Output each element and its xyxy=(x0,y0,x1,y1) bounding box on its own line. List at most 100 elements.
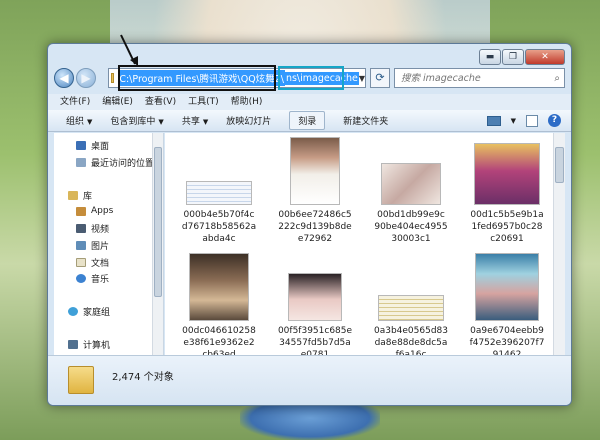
nav-scroll-thumb[interactable] xyxy=(154,147,162,297)
nav-item-desktop[interactable]: 桌面 xyxy=(76,139,109,152)
file-name-line: 000b4e5b70f4c xyxy=(183,210,255,220)
file-name: 0a3b4e0565d83 da8e88de8dc5a f6a16c xyxy=(363,325,459,355)
chevron-down-icon: ▼ xyxy=(158,118,164,126)
list-item[interactable]: 0a9e6704eebb9 f4752e396207f7 91462 xyxy=(459,253,555,355)
chevron-down-icon[interactable]: ▼ xyxy=(511,117,516,125)
close-button[interactable]: ✕ xyxy=(525,49,565,65)
chevron-down-icon[interactable]: ▼ xyxy=(359,74,365,83)
slideshow-button[interactable]: 放映幻灯片 xyxy=(226,114,271,127)
file-name-line: e72962 xyxy=(297,234,333,244)
help-icon[interactable]: ? xyxy=(548,114,561,127)
nav-label: 桌面 xyxy=(91,142,110,152)
preview-pane-icon[interactable] xyxy=(526,114,538,127)
content-scroll-thumb[interactable] xyxy=(555,147,564,183)
organize-button[interactable]: 组织 ▼ xyxy=(66,114,92,127)
apps-folder-icon xyxy=(76,206,86,216)
organize-label: 组织 xyxy=(66,117,85,127)
file-thumbnail xyxy=(381,163,441,205)
maximize-button[interactable]: ❐ xyxy=(502,49,524,65)
file-name: 00f5f3951c685e 34557fd5b7d5a e0781 xyxy=(267,325,363,355)
file-name: 00dc046610258 e38f61e9362e2 cb63ed xyxy=(171,325,267,355)
chevron-down-icon: ▼ xyxy=(202,118,209,126)
nav-item-pictures[interactable]: 图片 xyxy=(76,239,109,252)
annotation-arrow-icon xyxy=(120,34,138,66)
pictures-icon xyxy=(76,241,86,250)
include-in-library-button[interactable]: 包含到库中 ▼ xyxy=(110,114,163,127)
file-name-line: c20691 xyxy=(490,234,524,244)
file-thumbnail xyxy=(290,137,340,205)
menu-help[interactable]: 帮助(H) xyxy=(231,94,263,110)
list-item[interactable]: 00f5f3951c685e 34557fd5b7d5a e0781 xyxy=(267,253,363,355)
search-box[interactable]: ⌕ xyxy=(394,68,565,88)
chevron-down-icon: ▼ xyxy=(87,118,93,126)
list-item[interactable]: 000b4e5b70f4c d76718b58562a abda4c xyxy=(171,137,267,245)
nav-label: 家庭组 xyxy=(83,308,111,318)
file-name-line: 222c9d139b8de xyxy=(278,222,352,232)
content-scrollbar[interactable] xyxy=(553,133,565,355)
nav-item-videos[interactable]: 视频 xyxy=(76,222,109,235)
minimize-button[interactable]: ▬ xyxy=(479,49,501,65)
new-folder-button[interactable]: 新建文件夹 xyxy=(343,114,388,127)
view-options-icon[interactable] xyxy=(486,115,501,126)
file-name-line: abda4c xyxy=(202,234,236,244)
nav-item-computer[interactable]: 计算机 xyxy=(68,338,110,351)
list-item[interactable]: 00bd1db99e9c 90be404ec4955 30003c1 xyxy=(363,137,459,245)
nav-label: 最近访问的位置 xyxy=(91,159,155,169)
file-name-line: 00bd1db99e9c xyxy=(377,210,445,220)
list-item[interactable]: 0a3b4e0565d83 da8e88de8dc5a f6a16c xyxy=(363,253,459,355)
folder-icon xyxy=(111,73,115,83)
file-list: 000b4e5b70f4c d76718b58562a abda4c 00b6ee7… xyxy=(165,133,561,355)
file-name-line: 00dc046610258 xyxy=(182,326,256,336)
file-name-line: d76718b58562a xyxy=(181,222,257,232)
file-name-line: 1fed6957b0c28 xyxy=(471,222,543,232)
file-thumbnail xyxy=(378,295,444,321)
file-thumbnail xyxy=(189,253,249,321)
file-thumbnail xyxy=(474,143,540,205)
file-name-line: 30003c1 xyxy=(391,234,431,244)
nav-item-music[interactable]: 音乐 xyxy=(76,272,109,285)
file-name-line: 0a3b4e0565d83 xyxy=(373,326,448,336)
menu-view[interactable]: 查看(V) xyxy=(145,94,176,110)
nav-item-documents[interactable]: 文档 xyxy=(76,256,109,269)
file-name-line: e38f61e9362e2 xyxy=(183,338,255,348)
file-thumbnail xyxy=(288,273,342,321)
command-bar: 组织 ▼ 包含到库中 ▼ 共享 ▼ 放映幻灯片 刻录 新建文件夹 ▼ ? xyxy=(48,110,571,132)
burn-button[interactable]: 刻录 xyxy=(289,111,326,130)
file-thumbnail xyxy=(186,181,252,205)
item-count: 2,474 个对象 xyxy=(112,372,174,383)
nav-label: 库 xyxy=(83,192,93,202)
library-icon xyxy=(68,191,78,200)
nav-label: 图片 xyxy=(91,242,110,252)
list-item[interactable]: 00d1c5b5e9b1a 1fed6957b0c28 c20691 xyxy=(459,137,555,245)
video-icon xyxy=(76,224,86,233)
menu-bar: 文件(F) 编辑(E) 查看(V) 工具(T) 帮助(H) xyxy=(48,94,571,110)
share-button[interactable]: 共享 ▼ xyxy=(182,114,208,127)
file-name: 00d1c5b5e9b1a 1fed6957b0c28 c20691 xyxy=(459,209,555,245)
file-name: 000b4e5b70f4c d76718b58562a abda4c xyxy=(171,209,267,245)
status-bar: 2,474 个对象 xyxy=(48,355,571,405)
list-item[interactable]: 00b6ee72486c5 222c9d139b8de e72962 xyxy=(267,137,363,245)
forward-button[interactable]: ▶ xyxy=(76,68,96,88)
nav-label: 计算机 xyxy=(83,341,111,351)
refresh-button[interactable]: ⟳ xyxy=(370,68,390,88)
share-label: 共享 xyxy=(181,117,200,127)
nav-label: 音乐 xyxy=(91,275,110,285)
nav-scrollbar[interactable] xyxy=(152,133,163,355)
nav-item-apps[interactable]: Apps xyxy=(76,206,113,216)
nav-item-library[interactable]: 库 xyxy=(68,189,92,202)
nav-label: 文档 xyxy=(91,259,110,269)
back-button[interactable]: ◀ xyxy=(54,68,74,88)
nav-label: 视频 xyxy=(91,225,110,235)
menu-file[interactable]: 文件(F) xyxy=(60,94,90,110)
search-input[interactable] xyxy=(401,72,541,84)
file-name-line: 90be404ec4955 xyxy=(374,222,448,232)
nav-item-homegroup[interactable]: 家庭组 xyxy=(68,305,110,318)
file-name: 0a9e6704eebb9 f4752e396207f7 91462 xyxy=(459,325,555,355)
annotation-box-black xyxy=(118,65,276,91)
list-item[interactable]: 00dc046610258 e38f61e9362e2 cb63ed xyxy=(171,253,267,355)
file-name-line: da8e88de8dc5a xyxy=(374,338,448,348)
menu-edit[interactable]: 编辑(E) xyxy=(102,94,133,110)
search-icon[interactable]: ⌕ xyxy=(554,73,560,84)
nav-item-recent[interactable]: 最近访问的位置 xyxy=(76,156,154,169)
menu-tools[interactable]: 工具(T) xyxy=(188,94,219,110)
